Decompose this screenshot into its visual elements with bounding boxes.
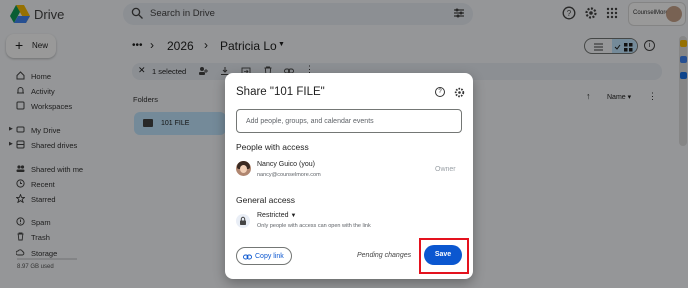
help-icon[interactable]: ? [435, 87, 445, 97]
dialog-title: Share "101 FILE" [236, 86, 325, 98]
copy-link-label: Copy link [255, 253, 284, 260]
add-people-input[interactable]: Add people, groups, and calendar events [236, 109, 462, 133]
general-access-heading: General access [236, 195, 296, 205]
save-button[interactable]: Save [424, 245, 462, 265]
people-with-access-heading: People with access [236, 142, 309, 152]
general-access-value: Restricted [257, 212, 289, 219]
pending-changes-label: Pending changes [357, 252, 412, 259]
person-email: nancy@counselmore.com [257, 172, 321, 178]
avatar [236, 161, 251, 176]
person-role: Owner [435, 166, 456, 173]
copy-link-button[interactable]: Copy link [236, 247, 292, 265]
person-name: Nancy Guico (you) [257, 161, 315, 168]
add-people-placeholder: Add people, groups, and calendar events [246, 118, 374, 125]
link-icon [243, 254, 252, 260]
lock-icon [236, 214, 250, 228]
share-dialog: Share "101 FILE" ? Add people, groups, a… [225, 73, 473, 279]
settings-gear-icon[interactable] [454, 87, 465, 98]
general-access-description: Only people with access can open with th… [257, 223, 371, 229]
dropdown-caret-icon: ▼ [290, 213, 297, 219]
save-button-label: Save [434, 251, 452, 258]
general-access-select[interactable]: Restricted ▼ [257, 212, 296, 219]
